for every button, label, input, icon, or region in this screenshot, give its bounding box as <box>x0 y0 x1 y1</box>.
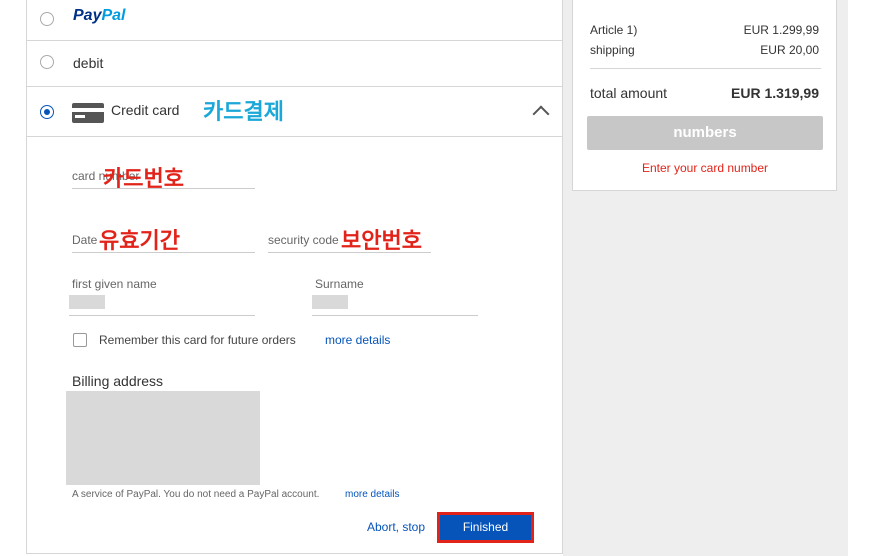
credit-card-icon <box>72 103 104 123</box>
service-more-details-link[interactable]: more details <box>345 489 399 500</box>
abort-link[interactable]: Abort, stop <box>367 520 425 534</box>
credit-card-option[interactable]: Credit card 카드결제 <box>27 87 562 137</box>
surname-input[interactable] <box>312 315 478 316</box>
debit-radio[interactable] <box>40 55 54 69</box>
paypal-logo-pay: Pay <box>73 7 102 24</box>
paypal-logo: PayPal <box>73 7 125 25</box>
first-name-input[interactable] <box>69 315 255 316</box>
first-name-value <box>69 295 105 309</box>
card-number-error: Enter your card number <box>641 161 769 175</box>
first-name-label: first given name <box>72 277 157 291</box>
expiry-label: Date <box>72 233 98 247</box>
surname-label: Surname <box>315 277 364 291</box>
total-value: EUR 1.319,99 <box>731 85 819 101</box>
debit-label: debit <box>73 55 104 71</box>
security-code-input[interactable] <box>268 252 431 253</box>
total-label: total amount <box>590 85 668 101</box>
summary-row-value: EUR 20,00 <box>760 43 819 57</box>
expiry-annotation: 유효기간 <box>99 229 180 254</box>
credit-card-radio[interactable] <box>40 105 54 119</box>
service-note: A service of PayPal. You do not need a P… <box>72 489 320 500</box>
expiry-input[interactable] <box>72 252 255 253</box>
more-details-link[interactable]: more details <box>325 333 390 347</box>
card-number-input[interactable] <box>72 188 255 189</box>
paypal-radio[interactable] <box>40 12 54 26</box>
paypal-option[interactable]: PayPal <box>27 0 562 41</box>
remember-card-checkbox[interactable] <box>73 333 87 347</box>
summary-row-value: EUR 1.299,99 <box>743 23 819 37</box>
order-summary: Article 1) EUR 1.299,99 shipping EUR 20,… <box>572 0 837 191</box>
surname-value <box>312 295 348 309</box>
security-code-label: security code <box>268 233 339 247</box>
credit-card-label: Credit card <box>111 102 180 118</box>
summary-divider <box>590 68 821 69</box>
finished-button[interactable]: Finished <box>437 512 534 543</box>
remember-card-label: Remember this card for future orders <box>99 333 296 347</box>
numbers-button[interactable]: numbers <box>587 116 823 150</box>
summary-row-label: shipping <box>590 43 635 57</box>
payment-methods-panel: PayPal debit Credit card 카드결제 card numbe… <box>26 0 563 554</box>
billing-address-title: Billing address <box>72 373 164 389</box>
summary-row-label: Article 1) <box>590 23 638 37</box>
left-margin <box>0 0 26 556</box>
security-code-annotation: 보안번호 <box>341 229 422 254</box>
paypal-logo-pal: Pal <box>101 7 126 24</box>
billing-address-block <box>66 391 260 485</box>
chevron-up-icon[interactable] <box>532 105 550 123</box>
credit-card-annotation: 카드결제 <box>203 100 284 125</box>
debit-option[interactable]: debit <box>27 41 562 87</box>
